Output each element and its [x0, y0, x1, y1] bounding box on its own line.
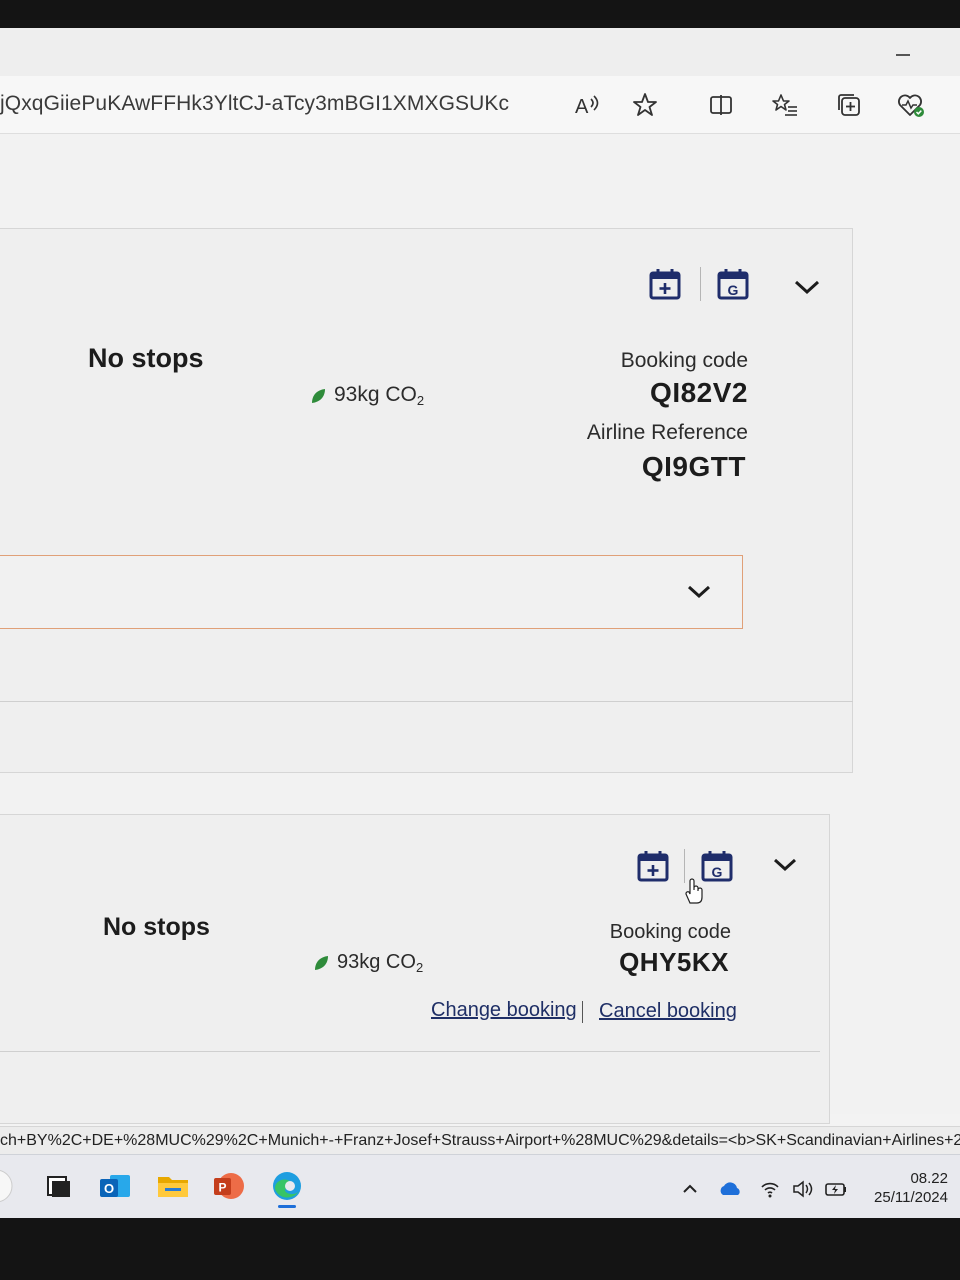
co2-subscript: 2	[415, 960, 424, 975]
read-aloud-icon[interactable]: A	[572, 90, 602, 120]
volume-icon[interactable]	[792, 1179, 813, 1199]
leaf-icon	[312, 388, 325, 403]
clock-time: 08.22	[910, 1170, 948, 1187]
start-icon[interactable]	[0, 1169, 24, 1203]
chevron-down-icon[interactable]	[770, 855, 800, 875]
onedrive-icon[interactable]	[718, 1179, 744, 1199]
calendar-divider	[700, 267, 701, 301]
add-to-calendar-icon[interactable]	[636, 849, 670, 883]
co2-value: 93kg CO	[334, 383, 417, 406]
battery-icon[interactable]	[824, 1179, 848, 1199]
cancel-booking-link[interactable]: Cancel booking	[599, 1000, 737, 1023]
booking-code-label: Booking code	[620, 349, 748, 372]
stops-label: No stops	[103, 913, 210, 941]
windows-taskbar: O P 08.22 25/11/2024	[0, 1154, 960, 1218]
booking-card-1: G No stops 93kg CO2 Booking code QI82V2 …	[0, 228, 853, 773]
booking-page: G No stops 93kg CO2 Booking code QI82V2 …	[0, 134, 960, 1124]
add-to-calendar-icon[interactable]	[648, 267, 682, 301]
edge-icon[interactable]	[270, 1169, 304, 1208]
split-screen-icon[interactable]	[706, 90, 736, 120]
network-icon[interactable]	[760, 1179, 780, 1199]
booking-code: QI82V2	[650, 377, 748, 408]
co2-subscript: 2	[416, 393, 425, 408]
screen: jQxqGiiePuKAwFFHk3YltCJ-aTcy3mBGI1XMXGSU…	[0, 28, 960, 1218]
stops-label: No stops	[88, 343, 204, 373]
svg-text:G: G	[728, 282, 739, 298]
file-explorer-icon[interactable]	[156, 1169, 190, 1203]
card-divider	[0, 701, 853, 702]
browser-essentials-icon[interactable]	[896, 90, 926, 120]
clock-date: 25/11/2024	[874, 1189, 948, 1206]
browser-title-strip	[0, 28, 960, 76]
address-bar-row: jQxqGiiePuKAwFFHk3YltCJ-aTcy3mBGI1XMXGSU…	[0, 76, 960, 134]
status-link-preview: ch+BY%2C+DE+%28MUC%29%2C+Munich+-+Franz+…	[0, 1126, 960, 1154]
change-booking-link[interactable]: Change booking	[431, 999, 577, 1022]
favorites-list-icon[interactable]	[770, 90, 800, 120]
booking-code: QHY5KX	[619, 947, 729, 977]
hand-cursor-icon	[682, 877, 706, 905]
co2-emission: 93kg CO2	[310, 383, 424, 408]
co2-value: 93kg CO	[337, 951, 416, 973]
airline-reference: QI9GTT	[641, 451, 746, 482]
address-bar-url[interactable]: jQxqGiiePuKAwFFHk3YltCJ-aTcy3mBGI1XMXGSU…	[0, 92, 509, 116]
booking-card-2: G No stops 93kg CO2 Booking code QHY5KX …	[0, 814, 830, 1124]
favorite-star-icon[interactable]	[630, 90, 660, 120]
task-view-icon[interactable]	[42, 1169, 76, 1203]
booking-code-label: Booking code	[609, 921, 731, 943]
link-divider	[582, 1001, 583, 1023]
google-calendar-icon[interactable]: G	[716, 267, 750, 301]
svg-text:O: O	[104, 1181, 114, 1196]
chevron-down-icon[interactable]	[684, 582, 714, 602]
svg-text:P: P	[218, 1181, 226, 1195]
outlook-icon[interactable]: O	[98, 1169, 132, 1203]
airline-reference-label: Airline Reference	[586, 421, 748, 444]
leaf-icon	[315, 956, 328, 970]
powerpoint-icon[interactable]: P	[212, 1169, 246, 1203]
collections-icon[interactable]	[834, 90, 864, 120]
active-app-indicator	[278, 1205, 296, 1208]
minimize-button[interactable]	[896, 54, 910, 56]
co2-emission: 93kg CO2	[313, 951, 423, 975]
card-divider	[0, 1051, 820, 1052]
chevron-down-icon[interactable]	[792, 277, 822, 297]
details-expander[interactable]	[0, 555, 743, 629]
chevron-up-icon[interactable]	[680, 1179, 700, 1199]
svg-text:G: G	[712, 864, 723, 880]
system-clock[interactable]: 08.22 25/11/2024	[874, 1169, 948, 1207]
svg-text:A: A	[575, 96, 589, 118]
